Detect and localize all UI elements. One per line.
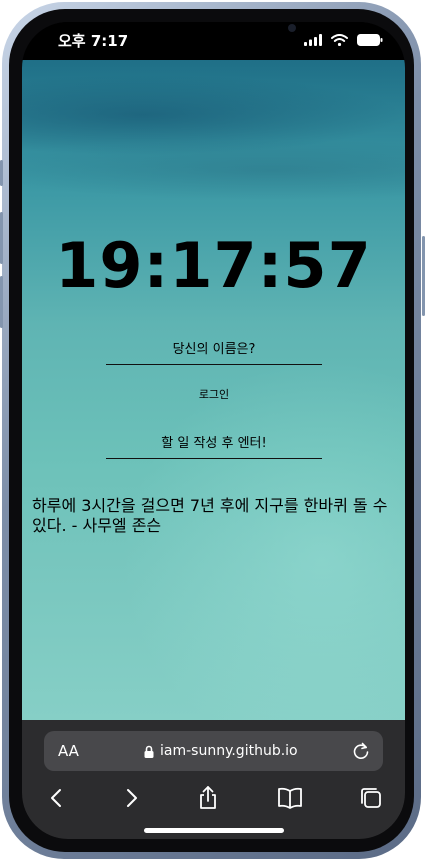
battery-icon: [357, 34, 383, 46]
forward-icon[interactable]: [116, 783, 146, 813]
url-text: iam-sunny.github.io: [160, 743, 298, 759]
address-bar[interactable]: AA iam-sunny.github.io: [44, 731, 383, 771]
tabs-icon[interactable]: [356, 783, 386, 813]
login-button[interactable]: 로그인: [172, 386, 256, 402]
status-time: 오후 7:17: [58, 32, 129, 50]
url-display[interactable]: iam-sunny.github.io: [144, 742, 298, 760]
dynamic-island: [152, 22, 296, 48]
clock: 19:17:57: [55, 229, 372, 302]
volume-up-button: [0, 212, 3, 264]
share-icon[interactable]: [193, 783, 223, 813]
browser-toolbar: AA iam-sunny.github.io: [22, 720, 405, 839]
status-icons: [303, 34, 383, 48]
action-button: [0, 160, 3, 186]
name-input-underline: [106, 364, 322, 365]
quote-text: 하루에 3시간을 걸으면 7년 후에 지구를 한바퀴 돌 수 있다. - 사무엘…: [32, 496, 388, 535]
text-size-button[interactable]: AA: [58, 742, 79, 760]
status-bar: 오후 7:17: [22, 22, 405, 60]
front-camera: [288, 24, 296, 32]
signal-icon: [303, 34, 322, 46]
wifi-icon: [330, 34, 348, 47]
volume-down-button: [0, 276, 3, 328]
todo-input[interactable]: 할 일 작성 후 엔터!: [106, 432, 322, 451]
lock-icon: [144, 745, 154, 758]
screen: 오후 7:17 19:17:57 당신의 이름은? 로그인 할 일 작성 후 엔…: [22, 22, 405, 839]
todo-input-underline: [106, 458, 322, 459]
name-input[interactable]: 당신의 이름은?: [106, 338, 322, 357]
back-icon[interactable]: [42, 783, 72, 813]
reload-icon[interactable]: [351, 741, 371, 761]
home-indicator[interactable]: [144, 828, 284, 833]
bookmarks-icon[interactable]: [275, 783, 305, 813]
